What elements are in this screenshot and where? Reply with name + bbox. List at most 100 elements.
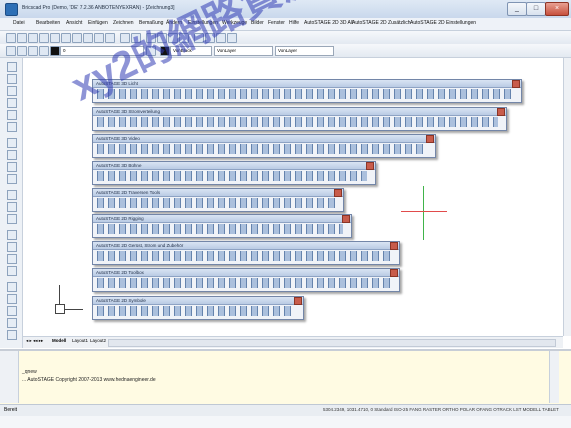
command-line-grip[interactable]	[0, 351, 19, 403]
horizontal-scrollbar[interactable]	[108, 339, 556, 347]
toolbar-close-button[interactable]	[390, 242, 398, 250]
scale-tool-icon[interactable]	[7, 266, 17, 276]
paste-icon[interactable]	[83, 33, 93, 43]
mtext-tool-icon[interactable]	[7, 202, 17, 212]
minimize-button[interactable]: _	[507, 2, 527, 16]
tab-nav-arrows[interactable]: ◂ ▸ ◂◂ ▸▸	[26, 338, 43, 344]
toolbar-autostage-3d-buehne[interactable]: AutoSTAGE 3D Bühne	[92, 161, 376, 185]
menu-einfuegen[interactable]: Einfügen	[88, 20, 108, 26]
menu-ansicht[interactable]: Ansicht	[66, 20, 82, 26]
menu-datei[interactable]: Datei	[13, 20, 25, 26]
toolbar-close-button[interactable]	[512, 80, 520, 88]
extend-tool-icon[interactable]	[7, 318, 17, 328]
trim-tool-icon[interactable]	[7, 306, 17, 316]
toolbar-close-button[interactable]	[426, 135, 434, 143]
ucs-icon	[55, 304, 65, 314]
rectangle-tool-icon[interactable]	[7, 138, 17, 148]
text-tool-icon[interactable]	[7, 190, 17, 200]
polygon-tool-icon[interactable]	[7, 150, 17, 160]
preview-icon[interactable]	[50, 33, 60, 43]
toolbar-titlebar[interactable]: AutoSTAGE 2D Symbole	[93, 297, 303, 305]
toolbar-titlebar[interactable]: AutoSTAGE 2D Traversen Tools	[93, 189, 343, 197]
toolbar-button-row[interactable]	[96, 144, 427, 154]
toolbar-autostage-2d-rigging[interactable]: AutoSTAGE 2D Rigging	[92, 214, 352, 238]
toolbar-titlebar[interactable]: AutoSTAGE 3D Stromverteilung	[93, 108, 506, 116]
layer-lock-icon[interactable]	[39, 46, 49, 56]
cut-icon[interactable]	[61, 33, 71, 43]
cursor-crosshair-vertical	[423, 186, 424, 240]
layer-freeze-icon[interactable]	[28, 46, 38, 56]
move-tool-icon[interactable]	[7, 230, 17, 240]
app-icon	[5, 3, 18, 16]
toolbar-button-row[interactable]	[96, 224, 343, 234]
arc-tool-icon[interactable]	[7, 98, 17, 108]
toolbar-title: AutoSTAGE 3D Bühne	[96, 163, 142, 168]
toolbar-autostage-3d-strom[interactable]: AutoSTAGE 3D Stromverteilung	[92, 107, 507, 131]
point-tool-icon[interactable]	[7, 162, 17, 172]
close-button[interactable]: ×	[545, 2, 569, 16]
toolbar-button-row[interactable]	[96, 89, 513, 99]
menu-autostage-einstellungen[interactable]: AutoSTAGE 2D Einstellungen	[410, 20, 476, 26]
linetype-dropdown[interactable]: VonLayer	[214, 46, 273, 56]
toolbar-autostage-3d-licht[interactable]: AutoSTAGE 3D Licht	[92, 79, 522, 103]
menu-autostage-all[interactable]: AutoSTAGE 2D 3D All	[304, 20, 353, 26]
toolbar-close-button[interactable]	[366, 162, 374, 170]
toolbar-titlebar[interactable]: AutoSTAGE 3D Video	[93, 135, 435, 143]
menu-autostage-zusaetzlich[interactable]: AutoSTAGE 2D Zusätzlich	[352, 20, 411, 26]
toolbar-title: AutoSTAGE 2D Gerüst, Strom und Zubehör	[96, 243, 184, 248]
status-indicators[interactable]: 5304.2349, 1031.4710, 0 Standard ISO-25 …	[323, 407, 559, 412]
mirror-tool-icon[interactable]	[7, 282, 17, 292]
toolbar-close-button[interactable]	[342, 215, 350, 223]
toolbar-button-row[interactable]	[96, 198, 335, 208]
toolbar-button-row[interactable]	[96, 251, 391, 261]
toolbar-titlebar[interactable]: AutoSTAGE 3D Bühne	[93, 162, 375, 170]
toolbar-close-button[interactable]	[497, 108, 505, 116]
save-file-icon[interactable]	[28, 33, 38, 43]
open-file-icon[interactable]	[17, 33, 27, 43]
maximize-button[interactable]: □	[526, 2, 546, 16]
copy-tool-icon[interactable]	[7, 242, 17, 252]
offset-tool-icon[interactable]	[7, 294, 17, 304]
toolbar-titlebar[interactable]: AutoSTAGE 3D Licht	[93, 80, 521, 88]
tab-layout1[interactable]: Layout1	[72, 338, 88, 343]
rotate-tool-icon[interactable]	[7, 254, 17, 264]
toolbar-titlebar[interactable]: AutoSTAGE 2D Toolbox	[93, 269, 399, 277]
layer-manager-icon[interactable]	[6, 46, 16, 56]
menu-bar	[0, 18, 571, 31]
toolbar-button-row[interactable]	[96, 278, 391, 288]
toolbar-autostage-2d-traversen[interactable]: AutoSTAGE 2D Traversen Tools	[92, 188, 344, 212]
toolbar-button-row[interactable]	[96, 306, 295, 316]
menu-hilfe[interactable]: Hilfe	[289, 20, 299, 26]
menu-bearbeiten[interactable]: Bearbeiten	[36, 20, 60, 26]
toolbar-titlebar[interactable]: AutoSTAGE 2D Rigging	[93, 215, 351, 223]
block-insert-icon[interactable]	[7, 214, 17, 224]
toolbar-close-button[interactable]	[294, 297, 302, 305]
copy-icon[interactable]	[72, 33, 82, 43]
toolbar-button-row[interactable]	[96, 117, 498, 127]
toolbar-titlebar[interactable]: AutoSTAGE 2D Gerüst, Strom und Zubehör	[93, 242, 399, 250]
toolbar-autostage-3d-video[interactable]: AutoSTAGE 3D Video	[92, 134, 436, 158]
toolbar-title: AutoSTAGE 3D Stromverteilung	[96, 109, 160, 114]
toolbar-autostage-2d-symbole[interactable]: AutoSTAGE 2D Symbole	[92, 296, 304, 320]
ellipse-tool-icon[interactable]	[7, 110, 17, 120]
toolbar-autostage-2d-toolbox[interactable]: AutoSTAGE 2D Toolbox	[92, 268, 400, 292]
explode-tool-icon[interactable]	[7, 330, 17, 340]
hatch-tool-icon[interactable]	[7, 174, 17, 184]
command-line-scrollbar[interactable]	[549, 351, 559, 403]
line-tool-icon[interactable]	[7, 62, 17, 72]
layer-state-icon[interactable]	[17, 46, 27, 56]
polyline-tool-icon[interactable]	[7, 74, 17, 84]
circle-tool-icon[interactable]	[7, 86, 17, 96]
tab-model[interactable]: Modell	[52, 338, 66, 343]
toolbar-close-button[interactable]	[390, 269, 398, 277]
toolbar-close-button[interactable]	[334, 189, 342, 197]
toolbar-button-row[interactable]	[96, 171, 367, 181]
vertical-scrollbar[interactable]	[563, 58, 571, 336]
new-file-icon[interactable]	[6, 33, 16, 43]
toolbar-title: AutoSTAGE 3D Video	[96, 136, 140, 141]
spline-tool-icon[interactable]	[7, 122, 17, 132]
lineweight-dropdown[interactable]: VonLayer	[275, 46, 334, 56]
print-icon[interactable]	[39, 33, 49, 43]
toolbar-autostage-2d-geruest[interactable]: AutoSTAGE 2D Gerüst, Strom und Zubehör	[92, 241, 400, 265]
tab-layout2[interactable]: Layout2	[90, 338, 106, 343]
